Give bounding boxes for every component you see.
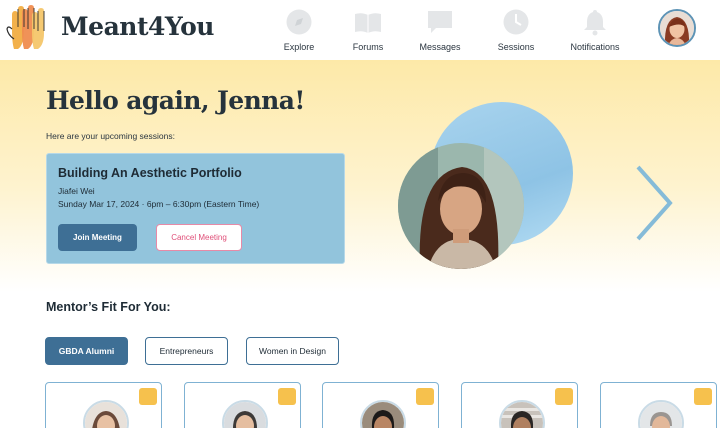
- nav-forums[interactable]: Forums: [333, 6, 403, 56]
- upcoming-session-card[interactable]: Building An Aesthetic Portfolio Jiafei W…: [46, 153, 345, 264]
- mentor-avatar: [638, 400, 684, 428]
- nav-label-messages: Messages: [419, 42, 461, 52]
- nav-notifications[interactable]: Notifications: [560, 6, 630, 56]
- book-icon: [355, 13, 381, 33]
- mentors-section-title: Mentor’s Fit For You:: [46, 300, 171, 314]
- nav-messages[interactable]: Messages: [405, 6, 475, 56]
- session-mentor-name: Jiafei Wei: [58, 186, 95, 196]
- next-session-arrow-icon[interactable]: [632, 163, 676, 243]
- mentor-card[interactable]: [600, 382, 717, 428]
- bookmark-icon[interactable]: [555, 388, 573, 405]
- session-mentor-photo[interactable]: [398, 143, 524, 269]
- greeting-heading: Hello again, Jenna!: [46, 86, 305, 115]
- compass-icon: [286, 9, 312, 35]
- bell-icon: [584, 10, 606, 36]
- bookmark-icon[interactable]: [416, 388, 434, 405]
- mentor-portrait-image: [398, 143, 524, 269]
- filter-entrepreneurs[interactable]: Entrepreneurs: [145, 337, 228, 365]
- filter-gbda-alumni[interactable]: GBDA Alumni: [45, 337, 128, 365]
- nav-label-forums: Forums: [352, 42, 384, 52]
- bookmark-icon[interactable]: [278, 388, 296, 405]
- nav-label-explore: Explore: [283, 42, 315, 52]
- upcoming-sessions-label: Here are your upcoming sessions:: [46, 131, 175, 141]
- user-avatar-image: [660, 11, 694, 45]
- top-navigation-bar: Meant4You Explore Forums Messages Sessio…: [0, 0, 720, 60]
- nav-explore[interactable]: Explore: [264, 6, 334, 56]
- nav-label-notifications: Notifications: [570, 42, 620, 52]
- bookmark-icon[interactable]: [139, 388, 157, 405]
- session-time: Sunday Mar 17, 2024 · 6pm – 6:30pm (East…: [58, 199, 260, 209]
- raised-hands-icon[interactable]: [6, 5, 50, 51]
- mentor-avatar: [83, 400, 129, 428]
- message-icon: [428, 11, 452, 33]
- cancel-meeting-button[interactable]: Cancel Meeting: [156, 224, 242, 251]
- mentor-card[interactable]: [322, 382, 439, 428]
- mentor-card[interactable]: [45, 382, 162, 428]
- mentor-avatar: [222, 400, 268, 428]
- nav-label-sessions: Sessions: [497, 42, 535, 52]
- user-avatar[interactable]: [658, 9, 696, 47]
- join-meeting-button[interactable]: Join Meeting: [58, 224, 137, 251]
- clock-icon: [503, 9, 529, 35]
- bookmark-icon[interactable]: [694, 388, 712, 405]
- mentor-avatar: [360, 400, 406, 428]
- session-title: Building An Aesthetic Portfolio: [58, 166, 242, 180]
- mentor-card[interactable]: [184, 382, 301, 428]
- mentor-card[interactable]: [461, 382, 578, 428]
- nav-sessions[interactable]: Sessions: [481, 6, 551, 56]
- filter-women-in-design[interactable]: Women in Design: [246, 337, 339, 365]
- mentor-avatar: [499, 400, 545, 428]
- app-name[interactable]: Meant4You: [61, 12, 214, 41]
